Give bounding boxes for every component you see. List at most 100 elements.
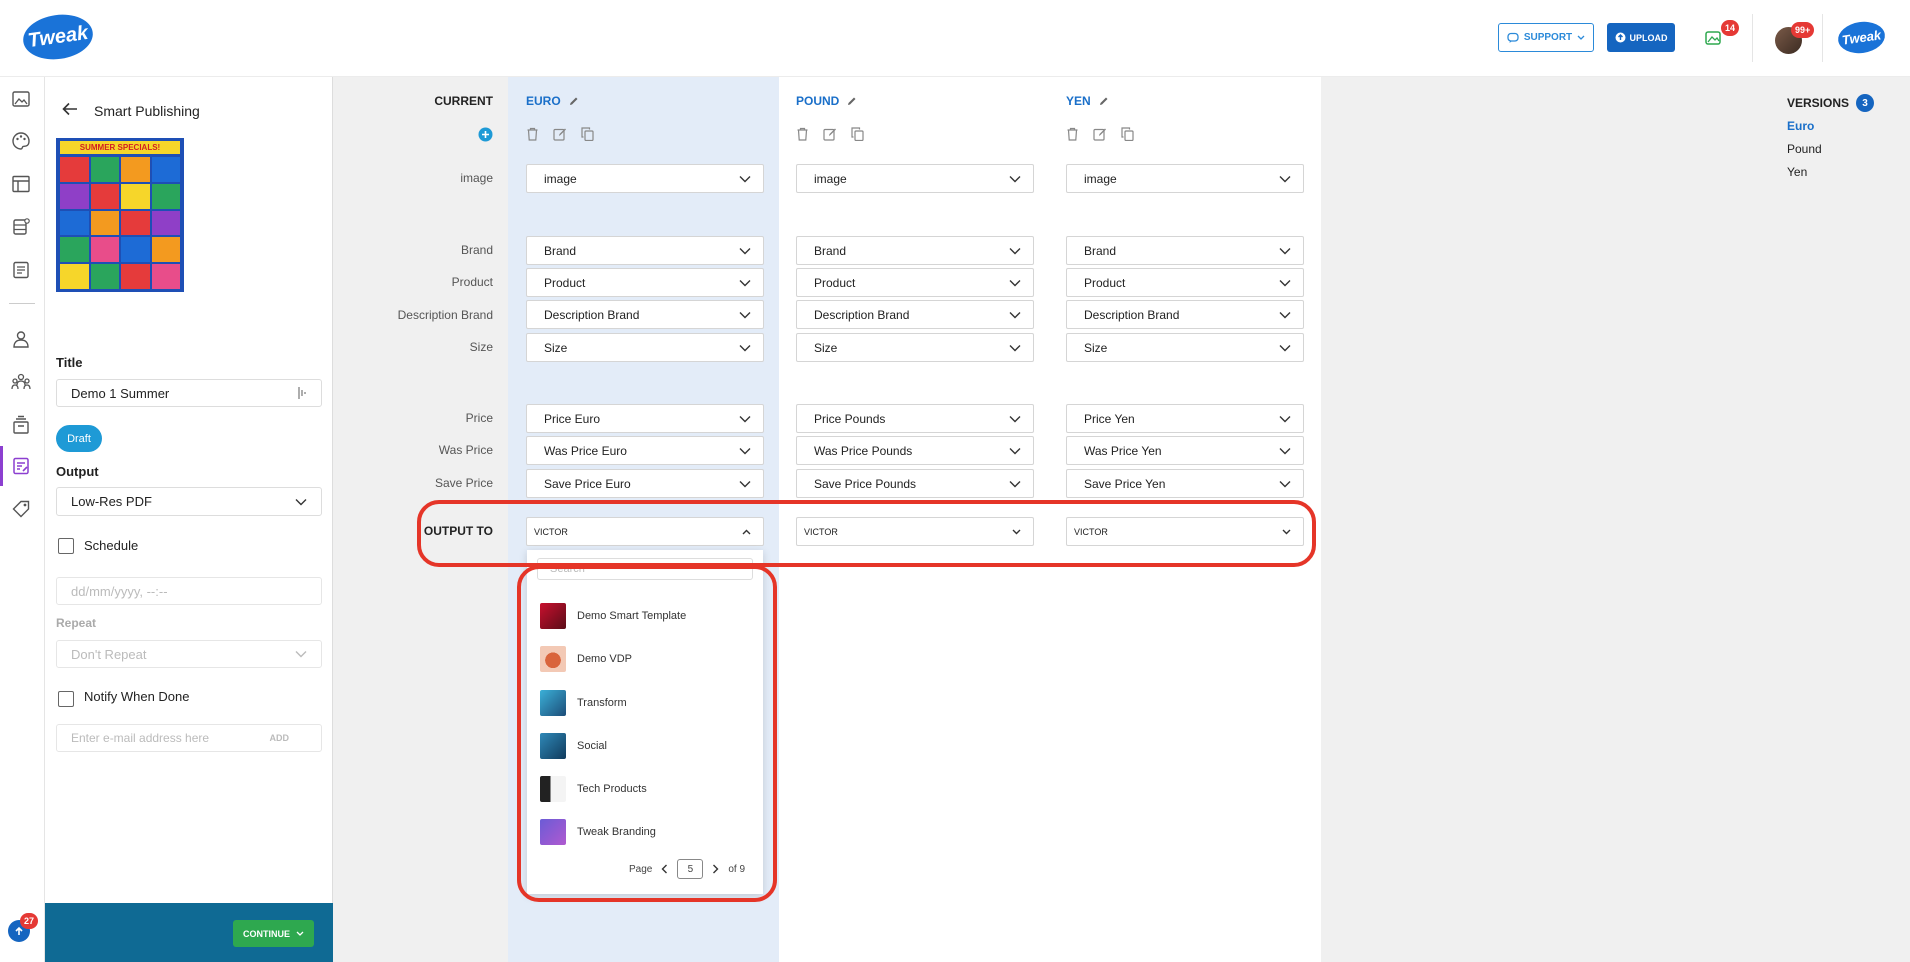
schedule-datetime-input[interactable]: dd/mm/yyyy, --:-- — [56, 577, 322, 605]
chevron-down-icon — [1279, 415, 1291, 422]
add-version-icon[interactable] — [478, 127, 493, 142]
text-cursor-icon — [297, 386, 307, 400]
mapping-select[interactable]: image — [526, 164, 764, 193]
mapping-select[interactable]: Was Price Euro — [526, 436, 764, 465]
select-value: Save Price Euro — [544, 476, 631, 491]
tweak-logo-small[interactable]: Tweak — [1836, 18, 1887, 57]
mapping-select[interactable]: Brand — [526, 236, 764, 265]
mapping-select[interactable]: Description Brand — [526, 300, 764, 329]
output-select[interactable]: Low-Res PDF — [56, 487, 322, 516]
edit-icon[interactable] — [553, 127, 567, 141]
select-value: image — [814, 171, 847, 186]
mapping-select[interactable]: Size — [526, 333, 764, 362]
copy-icon[interactable] — [581, 127, 594, 141]
pencil-icon[interactable] — [568, 96, 579, 107]
mapping-select[interactable]: Save Price Euro — [526, 469, 764, 498]
select-value: Product — [814, 275, 856, 290]
version-item-pound[interactable]: Pound — [1787, 142, 1822, 156]
mapping-select[interactable]: Was Price Pounds — [796, 436, 1034, 465]
trash-icon[interactable] — [796, 127, 809, 141]
notifications-icon[interactable] — [1705, 30, 1721, 46]
pencil-icon[interactable] — [846, 96, 857, 107]
column-header-euro[interactable]: EURO — [526, 94, 579, 108]
trash-icon[interactable] — [526, 127, 539, 141]
select-value: Size — [1084, 340, 1108, 355]
datetime-placeholder: dd/mm/yyyy, --:-- — [71, 583, 168, 599]
mapping-select[interactable]: Product — [796, 268, 1034, 297]
select-value: Was Price Euro — [544, 443, 627, 458]
select-value: Save Price Pounds — [814, 476, 917, 491]
mapping-select[interactable]: Price Euro — [526, 404, 764, 433]
add-email-button[interactable]: ADD — [270, 733, 290, 743]
chevron-down-icon — [1279, 279, 1291, 286]
mapping-select[interactable]: Description Brand — [796, 300, 1034, 329]
mapping-select[interactable]: Price Yen — [1066, 404, 1304, 433]
output-label: Output — [56, 464, 99, 479]
copy-icon[interactable] — [1121, 127, 1134, 141]
left-panel: Smart Publishing SUMMER SPECIALS! Title … — [45, 77, 333, 962]
chevron-down-icon — [739, 344, 751, 351]
select-value: image — [544, 171, 577, 186]
mapping-select[interactable]: Description Brand — [1066, 300, 1304, 329]
chevron-down-icon — [739, 247, 751, 254]
layout-icon[interactable] — [9, 172, 33, 196]
status-badge[interactable]: Draft — [56, 425, 102, 452]
title-label: Title — [56, 355, 83, 370]
mapping-select[interactable]: Brand — [796, 236, 1034, 265]
mapping-select[interactable]: Size — [1066, 333, 1304, 362]
chevron-down-icon[interactable] — [296, 931, 304, 937]
mapping-select[interactable]: image — [1066, 164, 1304, 193]
version-item-yen[interactable]: Yen — [1787, 165, 1807, 179]
image-icon[interactable] — [9, 87, 33, 111]
mapping-select[interactable]: image — [796, 164, 1034, 193]
mapping-select[interactable]: Price Pounds — [796, 404, 1034, 433]
chevron-down-icon — [1279, 175, 1291, 182]
select-value: Was Price Pounds — [814, 443, 913, 458]
continue-button[interactable]: CONTINUE — [233, 920, 314, 947]
pencil-icon[interactable] — [1098, 96, 1109, 107]
user-icon[interactable] — [9, 327, 33, 351]
smart-publishing-icon[interactable] — [9, 454, 33, 478]
column-header-pound[interactable]: POUND — [796, 94, 857, 108]
email-placeholder: Enter e-mail address here — [71, 731, 210, 745]
support-label: SUPPORT — [1523, 32, 1573, 43]
tweak-logo[interactable]: Tweak — [20, 10, 96, 64]
column-header-yen[interactable]: YEN — [1066, 94, 1109, 108]
trash-icon[interactable] — [1066, 127, 1079, 141]
support-button[interactable]: SUPPORT — [1498, 23, 1594, 52]
chevron-down-icon — [1009, 480, 1021, 487]
annotation-outline-dropdown — [517, 565, 777, 902]
chevron-down-icon — [1279, 247, 1291, 254]
mapping-select[interactable]: Save Price Yen — [1066, 469, 1304, 498]
mapping-select[interactable]: Brand — [1066, 236, 1304, 265]
repeat-select[interactable]: Don't Repeat — [56, 640, 322, 668]
edit-icon[interactable] — [823, 127, 837, 141]
team-icon[interactable] — [9, 370, 33, 394]
document-icon[interactable] — [9, 258, 33, 282]
select-value: Price Euro — [544, 411, 601, 426]
tag-icon[interactable] — [9, 497, 33, 521]
upload-button[interactable]: UPLOAD — [1607, 23, 1675, 52]
palette-icon[interactable] — [9, 129, 33, 153]
title-input[interactable]: Demo 1 Summer — [56, 379, 322, 407]
copy-icon[interactable] — [851, 127, 864, 141]
edit-icon[interactable] — [1093, 127, 1107, 141]
mapping-select[interactable]: Product — [526, 268, 764, 297]
mapping-select[interactable]: Product — [1066, 268, 1304, 297]
select-value: Brand — [544, 243, 577, 258]
mapping-select[interactable]: Save Price Pounds — [796, 469, 1034, 498]
title-input-value: Demo 1 Summer — [71, 385, 170, 401]
archive-icon[interactable] — [9, 413, 33, 437]
column-actions-pound — [796, 127, 864, 141]
template-preview[interactable]: SUMMER SPECIALS! — [56, 138, 184, 292]
chevron-down-icon — [295, 498, 307, 506]
mapping-select[interactable]: Size — [796, 333, 1034, 362]
mapping-select[interactable]: Was Price Yen — [1066, 436, 1304, 465]
version-item-euro[interactable]: Euro — [1787, 119, 1814, 133]
email-input[interactable]: Enter e-mail address here ADD — [56, 724, 322, 752]
active-indicator — [0, 446, 3, 486]
schedule-checkbox[interactable] — [58, 538, 74, 554]
back-arrow-icon[interactable] — [62, 102, 78, 116]
database-settings-icon[interactable] — [9, 215, 33, 239]
notify-checkbox[interactable] — [58, 691, 74, 707]
